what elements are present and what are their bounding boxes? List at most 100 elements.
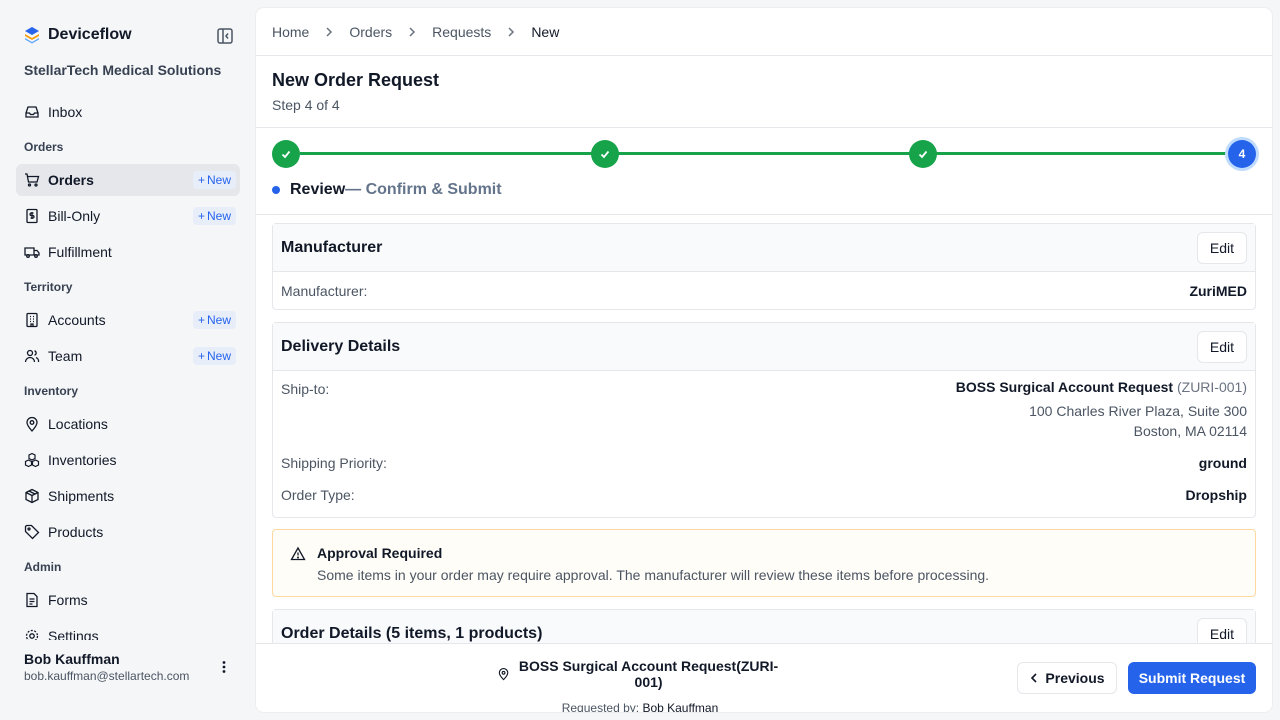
sidebar-item-bill-only[interactable]: Bill-Only + New (16, 200, 240, 232)
sidebar-item-team[interactable]: Team + New (16, 340, 240, 372)
org-name[interactable]: StellarTech Medical Solutions (24, 62, 221, 78)
manufacturer-card: Manufacturer Edit Manufacturer: ZuriMED (272, 223, 1256, 310)
requested-by-label: Requested by: (561, 701, 640, 712)
sidebar-item-label: Settings (48, 628, 99, 640)
page-title: New Order Request (272, 70, 440, 90)
step-connector-3 (936, 152, 1228, 155)
submit-request-button[interactable]: Submit Request (1128, 662, 1256, 694)
card-title: Delivery Details (281, 337, 401, 355)
badge-label: New (206, 173, 231, 187)
map-pin-icon (24, 416, 40, 432)
review-content[interactable]: Manufacturer Edit Manufacturer: ZuriMED … (256, 215, 1272, 643)
section-territory: Territory (24, 280, 73, 294)
shipping-priority-row: Shipping Priority: ground (273, 447, 1255, 479)
step-description: — Confirm & Submit (345, 181, 502, 198)
edit-manufacturer-button[interactable]: Edit (1196, 232, 1247, 264)
user-profile[interactable]: Bob Kauffman bob.kauffman@stellartech.co… (24, 651, 189, 683)
plus-icon: + (197, 313, 205, 327)
sidebar-item-accounts[interactable]: Accounts + New (16, 304, 240, 336)
badge-label: New (206, 209, 231, 223)
truck-icon (24, 244, 40, 260)
sidebar-item-fulfillment[interactable]: Fulfillment (16, 236, 240, 268)
ship-to-code: (ZURI-001) (1176, 379, 1247, 395)
user-name: Bob Kauffman (24, 651, 120, 667)
sidebar-item-label: Inventories (48, 452, 117, 468)
step-2-complete[interactable] (591, 140, 619, 168)
chevron-right-icon (325, 26, 333, 38)
edit-order-details-button[interactable]: Edit (1196, 618, 1247, 643)
new-order-button[interactable]: + New (192, 171, 236, 189)
delivery-details-card: Delivery Details Edit Ship-to: BOSS Surg… (272, 322, 1256, 518)
breadcrumb-requests[interactable]: Requests (432, 24, 491, 40)
previous-button[interactable]: Previous (1017, 662, 1117, 694)
sidebar-item-forms[interactable]: Forms (16, 584, 240, 616)
sidebar-item-products[interactable]: Products (16, 516, 240, 548)
check-icon (600, 150, 610, 159)
breadcrumb: Home Orders Requests New (272, 24, 559, 40)
check-icon (281, 150, 291, 159)
sidebar-item-label: Orders (48, 172, 94, 188)
footer-summary: BOSS Surgical Account Request(ZURI-001) … (497, 658, 783, 712)
new-bill-only-button[interactable]: + New (192, 207, 236, 225)
ship-to-name: BOSS Surgical Account Request (955, 379, 1174, 395)
sidebar-item-locations[interactable]: Locations (16, 408, 240, 440)
card-title: Manufacturer (281, 238, 383, 256)
new-team-button[interactable]: + New (192, 347, 236, 365)
requested-by-link[interactable]: Bob Kauffman (642, 701, 718, 712)
section-admin: Admin (24, 560, 62, 574)
chevron-left-icon (1031, 673, 1037, 683)
chevron-right-icon (507, 26, 515, 38)
footer-bar: BOSS Surgical Account Request(ZURI-001) … (256, 643, 1272, 712)
previous-label: Previous (1045, 670, 1105, 686)
requested-by: Requested by: Bob Kauffman (497, 701, 783, 712)
step-connector-2 (618, 152, 910, 155)
sidebar: Deviceflow StellarTech Medical Solutions… (0, 0, 256, 720)
sidebar-item-inventories[interactable]: Inventories (16, 444, 240, 476)
card-header: Delivery Details Edit (273, 323, 1255, 371)
ship-to-row: Ship-to: BOSS Surgical Account Request (… (273, 371, 1255, 447)
order-type-row: Order Type: Dropship (273, 479, 1255, 511)
sidebar-item-shipments[interactable]: Shipments (16, 480, 240, 512)
sidebar-item-label: Inbox (48, 104, 83, 120)
sidebar-item-label: Fulfillment (48, 244, 112, 260)
ship-to-value: BOSS Surgical Account Request (ZURI-001)… (956, 379, 1247, 441)
sidebar-item-orders[interactable]: Orders + New (16, 164, 240, 196)
approval-alert: Approval Required Some items in your ord… (272, 529, 1256, 597)
badge-label: New (206, 313, 231, 327)
edit-delivery-button[interactable]: Edit (1196, 331, 1247, 363)
sidebar-item-settings[interactable]: Settings (16, 620, 240, 640)
file-text-icon (24, 592, 40, 608)
section-orders: Orders (24, 140, 64, 154)
card-title: Order Details (5 items, 1 products) (281, 624, 543, 642)
cart-icon (24, 172, 40, 188)
breadcrumb-orders[interactable]: Orders (349, 24, 392, 40)
gear-icon (24, 628, 40, 640)
plus-icon: + (197, 349, 205, 363)
step-4-current[interactable]: 4 (1228, 140, 1256, 168)
sidebar-collapse-icon[interactable] (216, 27, 234, 45)
card-header: Order Details (5 items, 1 products) Edit (273, 610, 1255, 643)
shipping-priority-label: Shipping Priority: (281, 455, 387, 471)
manufacturer-value: ZuriMED (1189, 282, 1247, 299)
chevron-right-icon (408, 26, 416, 38)
breadcrumb-home[interactable]: Home (272, 24, 309, 40)
section-inventory: Inventory (24, 384, 79, 398)
sidebar-item-label: Locations (48, 416, 108, 432)
brand[interactable]: Deviceflow (24, 26, 132, 44)
manufacturer-row: Manufacturer: ZuriMED (273, 272, 1255, 309)
order-type-value: Dropship (1185, 487, 1247, 503)
step-1-complete[interactable] (272, 140, 300, 168)
more-vertical-icon[interactable] (216, 659, 232, 675)
new-account-button[interactable]: + New (192, 311, 236, 329)
manufacturer-label: Manufacturer: (281, 282, 368, 299)
tag-icon (24, 524, 40, 540)
breadcrumb-current: New (531, 24, 560, 40)
step-3-complete[interactable] (909, 140, 937, 168)
sidebar-item-inbox[interactable]: Inbox (16, 96, 240, 128)
alert-title: Approval Required (317, 545, 443, 561)
check-icon (918, 150, 928, 159)
deviceflow-logo-icon (25, 27, 39, 44)
footer-account-name: BOSS Surgical Account Request(ZURI-001) (518, 658, 779, 690)
plus-icon: + (197, 209, 205, 223)
user-email: bob.kauffman@stellartech.com (24, 669, 190, 683)
